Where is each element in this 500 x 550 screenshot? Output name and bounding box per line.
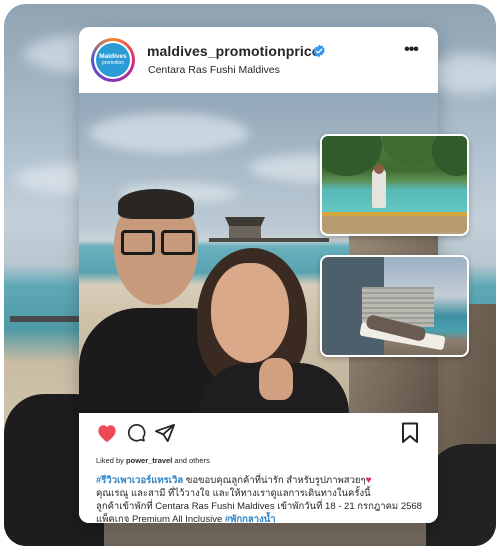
paper-plane-icon[interactable]: [154, 423, 176, 443]
avatar[interactable]: Maldives promotion: [91, 38, 135, 82]
post-location[interactable]: Centara Ras Fushi Maldives: [148, 64, 280, 76]
hashtag-link[interactable]: #รีวิวเพาเวอร์แทรเวิล: [96, 475, 183, 486]
verified-badge-icon: [313, 44, 325, 58]
liked-by-user[interactable]: power_travel: [126, 456, 172, 465]
liked-by-text: Liked by power_travel and others: [96, 456, 210, 465]
photo-thumbnail[interactable]: [320, 134, 469, 236]
comment-icon[interactable]: [126, 423, 146, 443]
brand-logo: Maldives promotion: [96, 43, 130, 77]
username[interactable]: maldives_promotionprice: [147, 43, 320, 59]
photo-thumbnail[interactable]: [320, 255, 469, 357]
post-actions: Liked by power_travel and others #รีวิวเ…: [79, 413, 438, 523]
bookmark-icon[interactable]: [401, 422, 419, 444]
post-header: Maldives promotion maldives_promotionpri…: [79, 27, 438, 93]
more-options-icon[interactable]: •••: [401, 40, 421, 60]
hashtag-link[interactable]: #พักกลางน้ำ: [225, 514, 276, 523]
post-caption: #รีวิวเพาเวอร์แทรเวิล ขอขอบคุณลูกค้าที่น…: [96, 475, 422, 523]
heart-emoji: ♥: [365, 475, 372, 486]
heart-icon[interactable]: [96, 423, 118, 443]
